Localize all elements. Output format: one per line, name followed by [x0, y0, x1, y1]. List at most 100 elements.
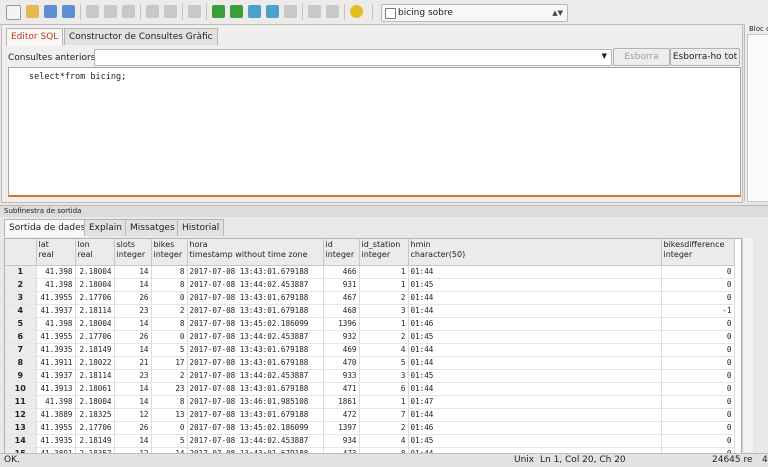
redo-icon[interactable] — [164, 5, 177, 18]
explain-icon[interactable] — [248, 5, 261, 18]
sql-editor[interactable]: select*from bicing; — [8, 67, 741, 197]
table-cell: 41.3937 — [36, 304, 76, 318]
column-header[interactable]: hmin character(50) — [408, 239, 662, 266]
save-icon[interactable] — [44, 5, 57, 18]
explain-analyze-icon[interactable] — [266, 5, 279, 18]
rollback-icon[interactable] — [326, 5, 339, 18]
table-row[interactable]: 1 41.398 2.18004 14 8 2017-07-08 13:43:01.679… — [5, 265, 735, 279]
column-name: slots — [116, 240, 136, 249]
table-row[interactable]: 4 41.3937 2.18114 23 2 2017-07-08 13:43:01.67… — [5, 304, 735, 318]
help-icon[interactable] — [350, 5, 363, 18]
header-row: lat real lon real slots integer bikes intege… — [5, 239, 735, 266]
table-cell: 41.3955 — [36, 291, 76, 305]
table-cell: 1 — [359, 278, 409, 292]
table-row[interactable]: 12 41.3889 2.18325 12 13 2017-07-08 13:43:01.… — [5, 408, 735, 422]
table-cell: 2.18061 — [75, 382, 115, 396]
table-cell: 13 — [151, 408, 188, 422]
table-cell: 01:44 — [408, 304, 662, 318]
connection-select[interactable]: bicing sobre postgres@localhost:5432 ▲▼ — [381, 4, 568, 34]
table-cell: 932 — [323, 330, 360, 344]
tab-history[interactable]: Historial — [177, 219, 225, 236]
table-row[interactable]: 5 41.398 2.18004 14 8 2017-07-08 13:45:02.186… — [5, 317, 735, 331]
column-header[interactable]: id integer — [323, 239, 360, 266]
table-row[interactable]: 11 41.398 2.18004 14 8 2017-07-08 13:46:01.98… — [5, 395, 735, 409]
row-number[interactable]: 10 — [5, 382, 37, 396]
column-header[interactable]: bikes integer — [151, 239, 188, 266]
table-cell: 3 — [359, 369, 409, 383]
delete-button[interactable]: Esborra — [613, 48, 670, 66]
cut-icon[interactable] — [86, 5, 99, 18]
table-cell: 23 — [114, 304, 152, 318]
column-name: id_station — [361, 240, 401, 249]
column-header[interactable]: bikesdifference integer — [661, 239, 735, 266]
save-as-icon[interactable] — [62, 5, 75, 18]
row-number[interactable]: 1 — [5, 265, 37, 279]
tab-messages[interactable]: Missatges — [125, 219, 180, 236]
column-header[interactable]: slots integer — [114, 239, 152, 266]
previous-queries-select[interactable]: ▼ — [94, 49, 612, 66]
column-type: integer — [116, 250, 146, 259]
table-cell: 467 — [323, 291, 360, 305]
table-row[interactable]: 10 41.3913 2.18061 14 23 2017-07-08 13:43:01.… — [5, 382, 735, 396]
tab-explain[interactable]: Explain — [84, 219, 127, 236]
column-name: lon — [77, 240, 90, 249]
row-number[interactable]: 12 — [5, 408, 37, 422]
copy-icon[interactable] — [104, 5, 117, 18]
execute-to-file-icon[interactable] — [230, 5, 243, 18]
row-number[interactable]: 5 — [5, 317, 37, 331]
paste-icon[interactable] — [122, 5, 135, 18]
find-icon[interactable] — [188, 5, 201, 18]
table-row[interactable]: 13 41.3955 2.17706 26 0 2017-07-08 13:45:02.1… — [5, 421, 735, 435]
row-number[interactable]: 9 — [5, 369, 37, 383]
table-cell: 2017-07-08 13:45:02.186099 — [187, 317, 324, 331]
row-number[interactable]: 14 — [5, 434, 37, 448]
table-cell: 0 — [661, 330, 735, 344]
undo-icon[interactable] — [146, 5, 159, 18]
table-cell: 26 — [114, 330, 152, 344]
table-cell: 14 — [114, 434, 152, 448]
column-header[interactable]: hora timestamp without time zone — [187, 239, 324, 266]
scratch-pad-area[interactable] — [747, 34, 768, 202]
row-number[interactable]: 11 — [5, 395, 37, 409]
tab-editor-sql[interactable]: Editor SQL — [6, 28, 64, 46]
delete-all-button[interactable]: Esborra-ho tot — [670, 48, 740, 66]
row-number[interactable]: 8 — [5, 356, 37, 370]
table-cell: 14 — [114, 343, 152, 357]
table-row[interactable]: 14 41.3935 2.18149 14 5 2017-07-08 13:44:02.4… — [5, 434, 735, 448]
vertical-scrollbar[interactable] — [742, 238, 753, 452]
row-number[interactable]: 3 — [5, 291, 37, 305]
table-row[interactable]: 6 41.3955 2.17706 26 0 2017-07-08 13:44:02.45… — [5, 330, 735, 344]
row-number[interactable]: 13 — [5, 421, 37, 435]
row-number[interactable]: 4 — [5, 304, 37, 318]
row-number[interactable]: 7 — [5, 343, 37, 357]
table-row[interactable]: 9 41.3937 2.18114 23 2 2017-07-08 13:44:02.45… — [5, 369, 735, 383]
execute-icon[interactable] — [212, 5, 225, 18]
new-document-icon[interactable] — [6, 5, 21, 20]
column-type: integer — [361, 250, 391, 259]
cancel-query-icon[interactable] — [284, 5, 297, 18]
column-name: id — [325, 240, 333, 249]
table-cell: 01:45 — [408, 369, 662, 383]
open-folder-icon[interactable] — [26, 5, 39, 18]
column-header[interactable]: lat real — [36, 239, 76, 266]
column-header[interactable]: id_station integer — [359, 239, 409, 266]
table-cell: 14 — [114, 382, 152, 396]
commit-icon[interactable] — [308, 5, 321, 18]
table-cell: 01:44 — [408, 343, 662, 357]
tab-data-output[interactable]: Sortida de dades — [4, 219, 91, 237]
table-row[interactable]: 7 41.3935 2.18149 14 5 2017-07-08 13:43:01.67… — [5, 343, 735, 357]
table-cell: 472 — [323, 408, 360, 422]
corner-cell[interactable] — [5, 239, 37, 266]
row-number[interactable]: 2 — [5, 278, 37, 292]
table-cell: 1 — [359, 395, 409, 409]
table-row[interactable]: 3 41.3955 2.17706 26 0 2017-07-08 13:43:01.67… — [5, 291, 735, 305]
table-cell: 934 — [323, 434, 360, 448]
table-row[interactable]: 8 41.3911 2.18022 21 17 2017-07-08 13:43:01.6… — [5, 356, 735, 370]
table-row[interactable]: 2 41.398 2.18004 14 8 2017-07-08 13:44:02.453… — [5, 278, 735, 292]
table-cell: 0 — [661, 369, 735, 383]
column-header[interactable]: lon real — [75, 239, 115, 266]
data-grid[interactable]: lat real lon real slots integer bikes intege… — [4, 238, 742, 454]
table-cell: 2017-07-08 13:43:01.679188 — [187, 265, 324, 279]
tab-query-builder[interactable]: Constructor de Consultes Gràfic — [64, 28, 218, 45]
row-number[interactable]: 6 — [5, 330, 37, 344]
